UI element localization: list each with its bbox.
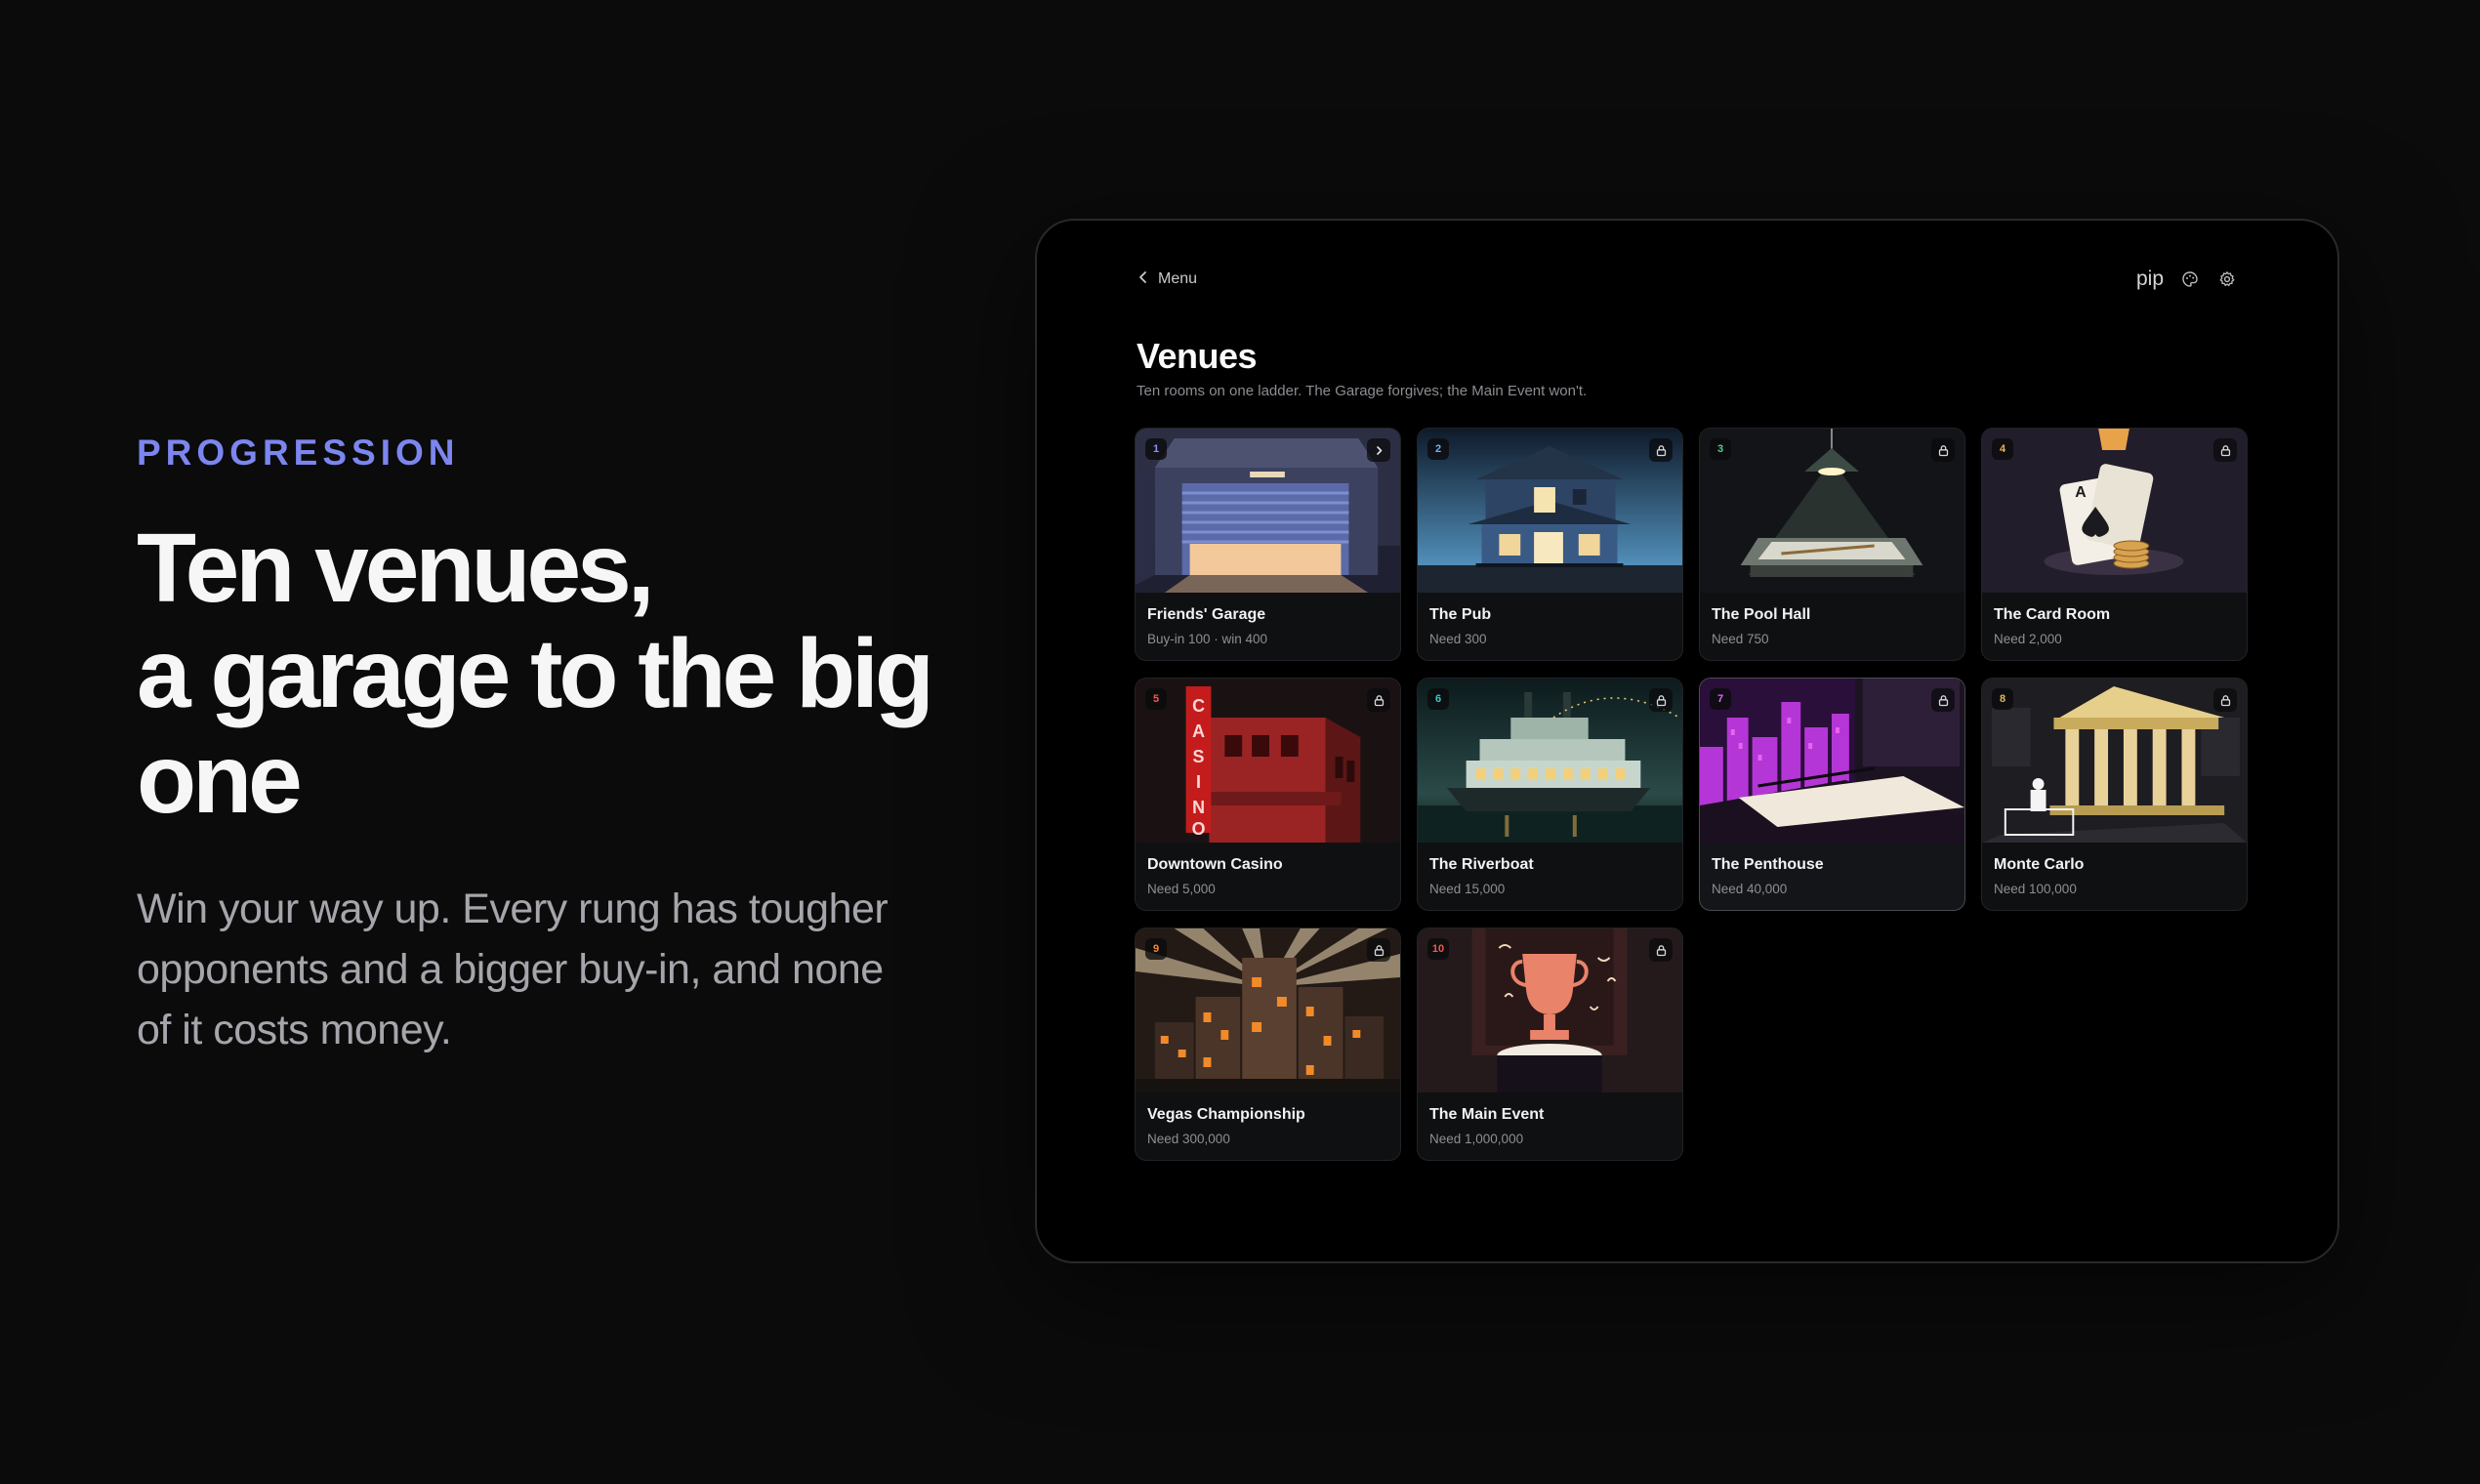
venue-requirement: Need 100,000 bbox=[1994, 882, 2077, 896]
venue-number: 5 bbox=[1145, 688, 1167, 710]
main-event-illustration bbox=[1418, 928, 1682, 1092]
venue-card-the-riverboat[interactable]: 6 The Riverboat Need 15,000 bbox=[1417, 678, 1683, 911]
top-actions: pip bbox=[2136, 260, 2238, 299]
venue-requirement: Need 40,000 bbox=[1712, 882, 1788, 896]
venue-number: 4 bbox=[1992, 438, 2013, 460]
venue-name: Vegas Championship bbox=[1147, 1106, 1305, 1123]
venue-card-downtown-casino[interactable]: CAS INO 5 Downtown Casino Need 5,000 bbox=[1135, 678, 1401, 911]
venue-number: 1 bbox=[1145, 438, 1167, 460]
venue-name: Friends' Garage bbox=[1147, 606, 1266, 623]
riverboat-illustration bbox=[1418, 679, 1682, 843]
venue-name: Downtown Casino bbox=[1147, 856, 1283, 873]
palette-icon[interactable] bbox=[2179, 268, 2201, 290]
venue-requirement: Need 300 bbox=[1429, 632, 1487, 646]
venue-name: The Card Room bbox=[1994, 606, 2111, 623]
venue-name: Monte Carlo bbox=[1994, 856, 2085, 873]
lock-icon bbox=[1931, 438, 1955, 462]
pool-hall-illustration bbox=[1700, 429, 1964, 593]
top-bar: Menu pip bbox=[1137, 260, 2238, 299]
lock-icon bbox=[1367, 688, 1390, 712]
lock-icon bbox=[1649, 688, 1673, 712]
venue-name: The Riverboat bbox=[1429, 856, 1534, 873]
chevron-right-icon bbox=[1367, 438, 1390, 462]
venue-card-the-card-room[interactable]: A 4 The Card Room Need 2,000 bbox=[1981, 428, 2248, 661]
brand-logo: pip bbox=[2135, 268, 2164, 290]
venue-requirement: Buy-in 100 · win 400 bbox=[1147, 632, 1268, 646]
venue-card-the-main-event[interactable]: 10 The Main Event Need 1,000,000 bbox=[1417, 928, 1683, 1161]
venue-name: The Main Event bbox=[1429, 1106, 1545, 1123]
lock-icon bbox=[1649, 938, 1673, 962]
venue-card-the-pub[interactable]: 2 The Pub Need 300 bbox=[1417, 428, 1683, 661]
hero-section: PROGRESSION Ten venues, a garage to the … bbox=[137, 430, 937, 1060]
venue-name: The Pool Hall bbox=[1712, 606, 1811, 623]
lock-icon bbox=[1931, 688, 1955, 712]
venue-card-vegas-championship[interactable]: 9 Vegas Championship Need 300,000 bbox=[1135, 928, 1401, 1161]
venue-requirement: Need 2,000 bbox=[1994, 632, 2062, 646]
gear-icon[interactable] bbox=[2216, 268, 2238, 290]
headline-line: a garage to the big bbox=[137, 619, 934, 728]
lock-icon bbox=[2213, 438, 2237, 462]
venue-requirement: Need 750 bbox=[1712, 632, 1769, 646]
venue-number: 10 bbox=[1427, 938, 1449, 960]
svg-text:A: A bbox=[1192, 721, 1205, 741]
venue-requirement: Need 1,000,000 bbox=[1429, 1132, 1524, 1146]
venue-requirement: Need 5,000 bbox=[1147, 882, 1216, 896]
back-label: Menu bbox=[1158, 270, 1198, 287]
lock-icon bbox=[1367, 938, 1390, 962]
venue-name: The Penthouse bbox=[1712, 856, 1824, 873]
venue-requirement: Need 300,000 bbox=[1147, 1132, 1230, 1146]
venue-number: 6 bbox=[1427, 688, 1449, 710]
chevron-left-icon bbox=[1137, 270, 1150, 289]
section-eyebrow: PROGRESSION bbox=[137, 433, 460, 473]
venue-number: 7 bbox=[1710, 688, 1731, 710]
hero-body: Win your way up. Every rung has tougher … bbox=[137, 886, 889, 1053]
casino-illustration: CAS INO bbox=[1136, 679, 1400, 843]
back-to-menu-button[interactable]: Menu bbox=[1137, 260, 1197, 299]
headline-line: one bbox=[137, 724, 303, 834]
venue-card-the-pool-hall[interactable]: 3 The Pool Hall Need 750 bbox=[1699, 428, 1965, 661]
hero-headline: Ten venues, a garage to the big one bbox=[137, 515, 937, 832]
venue-number: 2 bbox=[1427, 438, 1449, 460]
venue-card-the-penthouse[interactable]: 7 The Penthouse Need 40,000 bbox=[1699, 678, 1965, 911]
svg-text:N: N bbox=[1192, 798, 1205, 817]
venue-number: 3 bbox=[1710, 438, 1731, 460]
svg-text:S: S bbox=[1193, 747, 1205, 766]
lock-icon bbox=[1649, 438, 1673, 462]
page-subtitle: Ten rooms on one ladder. The Garage forg… bbox=[1137, 383, 1588, 399]
venue-number: 8 bbox=[1992, 688, 2013, 710]
card-room-illustration: A bbox=[1982, 429, 2247, 593]
venue-card-monte-carlo[interactable]: 8 Monte Carlo Need 100,000 bbox=[1981, 678, 2248, 911]
svg-text:O: O bbox=[1192, 819, 1206, 839]
monte-carlo-illustration bbox=[1982, 679, 2247, 843]
page-title: Venues bbox=[1137, 336, 1258, 376]
venue-requirement: Need 15,000 bbox=[1429, 882, 1506, 896]
vegas-illustration bbox=[1136, 928, 1400, 1092]
svg-text:C: C bbox=[1192, 696, 1205, 716]
garage-illustration bbox=[1136, 429, 1400, 593]
lock-icon bbox=[2213, 688, 2237, 712]
pub-illustration bbox=[1418, 429, 1682, 593]
svg-text:I: I bbox=[1196, 772, 1201, 792]
headline-line: Ten venues, bbox=[137, 514, 655, 623]
venue-name: The Pub bbox=[1429, 606, 1492, 623]
venue-grid: 1 Friends' Garage Buy-in 100 · win 400 2… bbox=[1135, 428, 2248, 1161]
venue-number: 9 bbox=[1145, 938, 1167, 960]
penthouse-illustration bbox=[1700, 679, 1964, 843]
venue-card-friends-garage[interactable]: 1 Friends' Garage Buy-in 100 · win 400 bbox=[1135, 428, 1401, 661]
svg-text:A: A bbox=[2075, 484, 2087, 501]
device-frame: Menu pip Venues Ten rooms on one ladder.… bbox=[1035, 219, 2339, 1263]
